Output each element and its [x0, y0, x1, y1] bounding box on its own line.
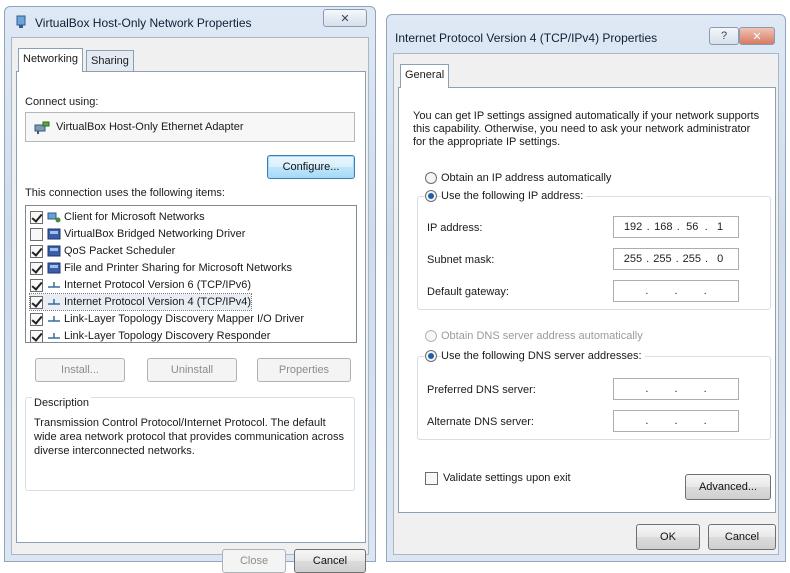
list-item-lltd-mapper[interactable]: Link-Layer Topology Discovery Mapper I/O…	[30, 311, 304, 327]
list-item-label: Internet Protocol Version 6 (TCP/IPv6)	[64, 279, 252, 291]
protocol-icon	[48, 298, 60, 305]
ipv4-properties-window: Internet Protocol Version 4 (TCP/IPv4) P…	[386, 14, 786, 562]
ip-octet-3: 56	[686, 221, 699, 233]
obtain-ip-automatically-label: Obtain an IP address automatically	[441, 172, 612, 184]
validate-settings-checkbox[interactable]	[425, 472, 438, 485]
network-adapter-icon	[16, 15, 26, 28]
default-gateway-input[interactable]: . . .	[613, 280, 739, 302]
configure-button[interactable]: Configure...	[267, 155, 355, 179]
protocol-icon	[48, 315, 60, 322]
close-button[interactable]: Close	[222, 549, 286, 573]
host-only-network-properties-window: VirtualBox Host-Only Network Properties …	[4, 6, 376, 573]
list-item-label: Link-Layer Topology Discovery Mapper I/O…	[64, 313, 305, 325]
close-icon: ✕	[340, 12, 350, 25]
mask-octet-1: 255	[623, 253, 643, 265]
ip-address-input[interactable]: 192. 168. 56. 1	[613, 216, 739, 238]
alternate-dns-input[interactable]: . . .	[613, 410, 739, 432]
checkbox[interactable]	[30, 295, 43, 309]
network-client-icon	[47, 212, 61, 222]
use-following-ip-radio[interactable]	[425, 190, 437, 202]
mask-octet-4: 0	[717, 253, 724, 265]
uninstall-button[interactable]: Uninstall	[147, 358, 237, 382]
intro-text: You can get IP settings assigned automat…	[413, 110, 760, 148]
preferred-dns-input[interactable]: . . .	[613, 378, 739, 400]
close-icon: ✕	[752, 30, 762, 43]
list-item-label: Internet Protocol Version 4 (TCP/IPv4)	[64, 296, 252, 308]
checkbox[interactable]	[30, 210, 43, 224]
ethernet-adapter-icon	[34, 121, 50, 134]
list-item-file-and-printer-sharing[interactable]: File and Printer Sharing for Microsoft N…	[30, 260, 292, 276]
dialog-client-area: General You can get IP settings assigned…	[393, 53, 779, 555]
obtain-dns-automatically-radio[interactable]	[425, 330, 437, 342]
subnet-mask-label: Subnet mask:	[427, 254, 495, 266]
close-window-button[interactable]: ✕	[739, 27, 775, 45]
obtain-dns-automatically-label: Obtain DNS server address automatically	[441, 330, 643, 342]
list-item-label: Client for Microsoft Networks	[64, 211, 205, 223]
tab-networking[interactable]: Networking	[18, 48, 84, 72]
list-item-label: QoS Packet Scheduler	[64, 245, 176, 257]
checkbox[interactable]	[30, 312, 43, 326]
close-window-button[interactable]: ✕	[323, 9, 367, 27]
cancel-button[interactable]: Cancel	[708, 524, 776, 550]
list-item-label: File and Printer Sharing for Microsoft N…	[64, 262, 293, 274]
list-item-client-for-microsoft-networks[interactable]: Client for Microsoft Networks	[30, 209, 205, 225]
checkbox[interactable]	[30, 329, 43, 342]
connect-using-label: Connect using:	[25, 96, 99, 108]
alternate-dns-label: Alternate DNS server:	[427, 416, 534, 428]
list-item-label: Link-Layer Topology Discovery Responder	[64, 330, 271, 342]
help-button[interactable]: ?	[709, 27, 739, 45]
list-item-ipv6[interactable]: Internet Protocol Version 6 (TCP/IPv6)	[30, 277, 251, 293]
obtain-ip-automatically-radio[interactable]	[425, 172, 437, 184]
preferred-dns-label: Preferred DNS server:	[427, 384, 536, 396]
general-tab-panel: You can get IP settings assigned automat…	[398, 87, 776, 513]
use-following-dns-radio[interactable]	[425, 350, 437, 362]
help-icon: ?	[720, 30, 728, 42]
sharing-icon	[47, 262, 61, 273]
tab-general[interactable]: General	[400, 64, 450, 88]
driver-icon	[47, 228, 61, 239]
default-gateway-label: Default gateway:	[427, 286, 509, 298]
checkbox[interactable]	[30, 244, 43, 258]
mask-octet-3: 255	[682, 253, 702, 265]
list-item-qos-packet-scheduler[interactable]: QoS Packet Scheduler	[30, 243, 175, 259]
list-item-lltd-responder[interactable]: Link-Layer Topology Discovery Responder	[30, 328, 271, 342]
list-item-virtualbox-bridged-networking-driver[interactable]: VirtualBox Bridged Networking Driver	[30, 226, 245, 242]
validate-settings-label: Validate settings upon exit	[443, 472, 571, 484]
mask-octet-2: 255	[653, 253, 672, 265]
scheduler-icon	[47, 245, 61, 256]
ip-address-label: IP address:	[427, 222, 483, 234]
components-list[interactable]: Client for Microsoft Networks VirtualBox…	[25, 205, 357, 343]
dialog-client-area: Networking Sharing Connect using: Virtua…	[11, 37, 369, 573]
adapter-box: VirtualBox Host-Only Ethernet Adapter	[25, 112, 355, 142]
subnet-mask-input[interactable]: 255. 255. 255. 0	[613, 248, 739, 270]
list-item-label: VirtualBox Bridged Networking Driver	[64, 228, 246, 240]
description-text: Transmission Control Protocol/Internet P…	[34, 417, 344, 457]
ok-button[interactable]: OK	[636, 524, 700, 550]
advanced-button[interactable]: Advanced...	[685, 474, 771, 500]
ip-octet-2: 168	[654, 221, 673, 233]
checkbox[interactable]	[30, 278, 43, 292]
use-following-dns-label: Use the following DNS server addresses:	[441, 350, 645, 362]
networking-tab-panel: Connect using: VirtualBox Host-Only Ethe…	[16, 71, 366, 543]
description-group: Description Transmission Control Protoco…	[25, 397, 355, 491]
use-following-ip-label: Use the following IP address:	[441, 190, 587, 202]
checkbox[interactable]	[30, 261, 43, 275]
title-bar[interactable]: Internet Protocol Version 4 (TCP/IPv4) P…	[387, 15, 785, 53]
window-title: Internet Protocol Version 4 (TCP/IPv4) P…	[395, 31, 658, 45]
description-label: Description	[32, 397, 92, 409]
adapter-name: VirtualBox Host-Only Ethernet Adapter	[56, 121, 244, 133]
title-bar[interactable]: VirtualBox Host-Only Network Properties …	[5, 7, 375, 37]
list-item-ipv4-selected[interactable]: Internet Protocol Version 4 (TCP/IPv4)	[28, 293, 253, 311]
install-button[interactable]: Install...	[35, 358, 125, 382]
properties-button[interactable]: Properties	[257, 358, 351, 382]
ip-octet-1: 192	[623, 221, 643, 233]
protocol-icon	[48, 332, 60, 339]
protocol-icon	[48, 281, 60, 288]
tab-sharing[interactable]: Sharing	[86, 50, 134, 72]
checkbox[interactable]	[30, 227, 43, 241]
ip-octet-4: 1	[716, 221, 724, 233]
cancel-button[interactable]: Cancel	[294, 549, 366, 573]
items-label: This connection uses the following items…	[25, 187, 225, 199]
window-title: VirtualBox Host-Only Network Properties	[35, 16, 252, 30]
